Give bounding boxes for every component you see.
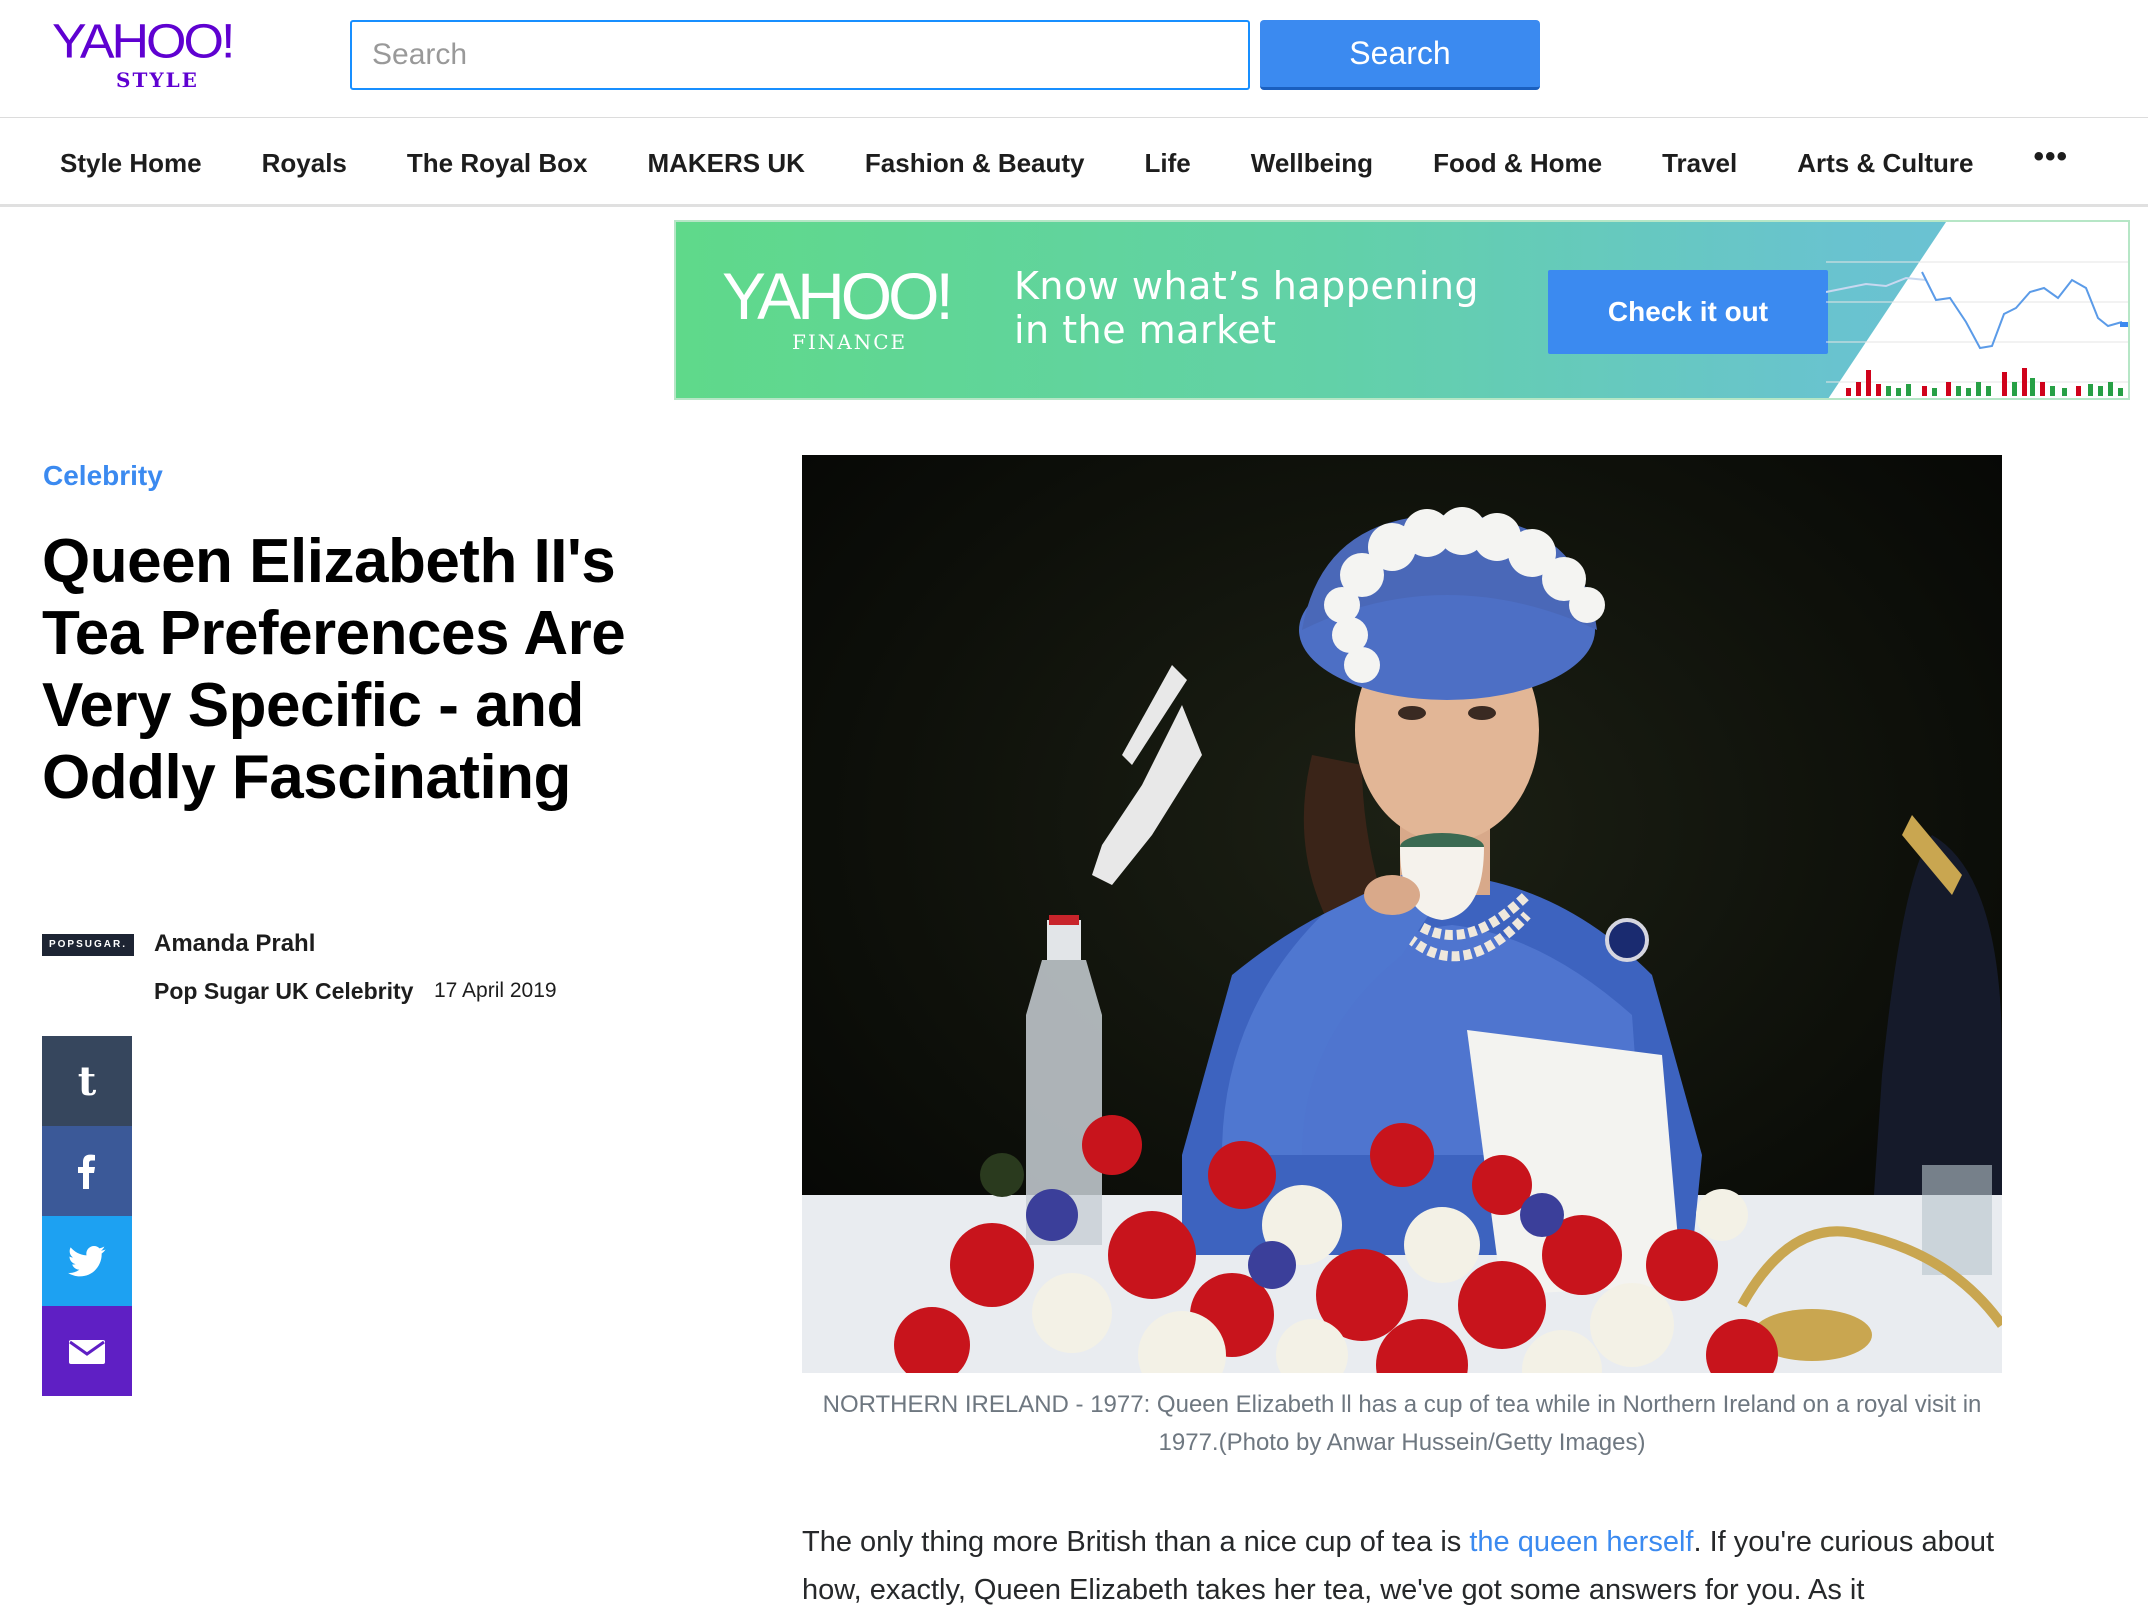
- header: YAHOO! STYLE Search: [0, 0, 2148, 118]
- share-mail-button[interactable]: [42, 1306, 132, 1396]
- svg-text:t: t: [78, 1061, 97, 1101]
- search-input[interactable]: [350, 20, 1250, 90]
- queen-tea-photo-illustration: [802, 455, 2002, 1373]
- share-facebook-button[interactable]: [42, 1126, 132, 1216]
- share-twitter-button[interactable]: [42, 1216, 132, 1306]
- main-nav: Style Home Royals The Royal Box MAKERS U…: [0, 119, 2148, 207]
- ad-check-it-out-button[interactable]: Check it out: [1548, 270, 1828, 354]
- article-headline: Queen Elizabeth II's Tea Preferences Are…: [42, 527, 626, 812]
- yahoo-style-logo[interactable]: YAHOO! STYLE: [52, 14, 252, 90]
- article-body-paragraph: The only thing more British than a nice …: [802, 1518, 2002, 1612]
- logo-main-text: YAHOO!: [52, 15, 235, 69]
- publish-date: 17 April 2019: [434, 979, 557, 1002]
- tumblr-icon: t: [78, 1061, 97, 1101]
- author-name: Amanda Prahl: [154, 930, 316, 957]
- ad-tagline: Know what’s happening in the market: [1014, 264, 1479, 352]
- nav-item-the-royal-box[interactable]: The Royal Box: [407, 148, 588, 179]
- nav-item-life[interactable]: Life: [1145, 148, 1191, 179]
- popsugar-logo: POPSUGAR.: [42, 934, 134, 956]
- logo-sub-text: STYLE: [116, 68, 199, 92]
- mail-icon: [69, 1340, 105, 1364]
- photo-caption: NORTHERN IRELAND - 1977: Queen Elizabeth…: [822, 1391, 1982, 1456]
- nav-item-food-home[interactable]: Food & Home: [1433, 148, 1602, 179]
- ad-logo-sub-text: FINANCE: [792, 330, 908, 354]
- ad-tagline-line1: Know what’s happening: [1014, 264, 1480, 308]
- ad-logo-main-text: YAHOO!: [722, 259, 954, 333]
- nav-more-icon[interactable]: •••: [2033, 142, 2068, 172]
- provider-name: Pop Sugar UK Celebrity: [154, 978, 414, 1004]
- article-photo[interactable]: [802, 455, 2002, 1373]
- nav-item-royals[interactable]: Royals: [262, 148, 347, 179]
- twitter-icon: [68, 1246, 106, 1277]
- search-button[interactable]: Search: [1260, 20, 1540, 90]
- nav-item-arts-culture[interactable]: Arts & Culture: [1797, 148, 1973, 179]
- share-tumblr-button[interactable]: t: [42, 1036, 132, 1126]
- queen-herself-link[interactable]: the queen herself: [1469, 1526, 1693, 1558]
- facebook-icon: [78, 1154, 95, 1189]
- ad-tagline-line2: in the market: [1014, 308, 1277, 352]
- nav-list: Style Home Royals The Royal Box MAKERS U…: [60, 119, 2128, 207]
- body-text-start: The only thing more British than a nice …: [802, 1526, 1470, 1558]
- yahoo-finance-logo: YAHOO! FINANCE: [722, 259, 954, 354]
- category-link[interactable]: Celebrity: [43, 460, 163, 492]
- finance-ad-banner[interactable]: YAHOO! FINANCE Know what’s happening in …: [674, 220, 2130, 400]
- nav-item-travel[interactable]: Travel: [1662, 148, 1737, 179]
- nav-item-style-home[interactable]: Style Home: [60, 148, 202, 179]
- nav-item-wellbeing[interactable]: Wellbeing: [1251, 148, 1373, 179]
- ad-stock-chart-graphic: [1826, 261, 2128, 396]
- nav-item-makers-uk[interactable]: MAKERS UK: [647, 148, 804, 179]
- nav-item-fashion-beauty[interactable]: Fashion & Beauty: [865, 148, 1085, 179]
